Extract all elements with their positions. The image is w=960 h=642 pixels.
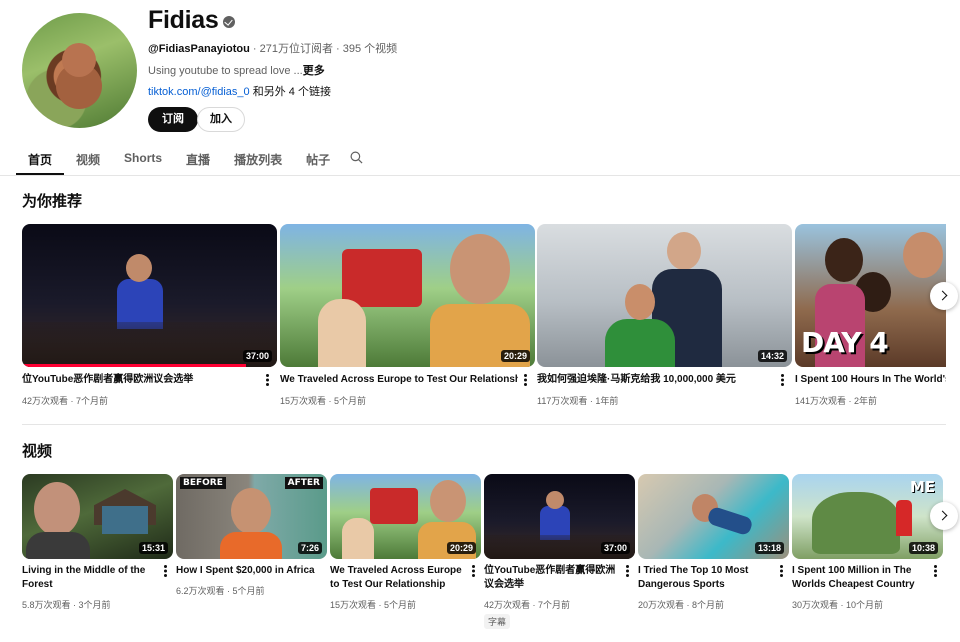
tab-posts[interactable]: 帖子 [294, 143, 342, 175]
video-title[interactable]: 位YouTube恶作剧者赢得欧洲议会选举 [22, 373, 257, 387]
video-card[interactable]: 37:00 位YouTube恶作剧者赢得欧洲议会选举 42万次观看 · 7个月前… [484, 474, 635, 634]
video-duration: 20:29 [500, 350, 530, 362]
more-link[interactable]: 更多 [303, 65, 325, 77]
video-title[interactable]: I Tried The Top 10 Most Dangerous Sports [638, 564, 770, 592]
video-stats: 30万次观看 · 10个月前 [792, 600, 884, 610]
video-card[interactable]: 14:32 我如何强迫埃隆·马斯克给我 10,000,000 美元 117万次观… [537, 224, 792, 409]
description-text: Using youtube to spread love ... [148, 65, 303, 77]
verified-badge-icon [223, 16, 235, 28]
watch-progress [22, 364, 247, 367]
video-title[interactable]: How I Spent $20,000 in Africa [176, 564, 316, 578]
tab-live[interactable]: 直播 [174, 143, 222, 175]
chevron-right-icon[interactable] [930, 282, 958, 310]
video-thumbnail[interactable]: 37:00 [484, 474, 635, 559]
subtitle-badge: 字幕 [484, 614, 511, 629]
video-duration: 13:18 [754, 542, 784, 554]
video-card[interactable]: 20:29 We Traveled Across Europe to Test … [280, 224, 535, 409]
video-stats: 15万次观看 · 5个月前 [330, 600, 417, 610]
more-vert-icon[interactable] [934, 565, 937, 577]
video-duration: 15:31 [138, 542, 168, 554]
video-stats: 141万次观看 · 2年前 [795, 396, 878, 406]
video-card[interactable]: 37:00 位YouTube恶作剧者赢得欧洲议会选举 42万次观看 · 7个月前 [22, 224, 277, 409]
video-card[interactable]: 15:31 Living in the Middle of the Forest… [22, 474, 173, 624]
video-stats: 6.2万次观看 · 5个月前 [176, 586, 265, 596]
video-thumbnail[interactable]: BEFORE AFTER 7:26 [176, 474, 327, 559]
video-title[interactable]: We Traveled Across Europe to Test Our Re… [280, 373, 518, 387]
video-thumbnail[interactable]: DAY 4 [795, 224, 946, 367]
video-title[interactable]: 位YouTube恶作剧者赢得欧洲议会选举 [484, 564, 619, 592]
video-card[interactable]: 13:18 I Tried The Top 10 Most Dangerous … [638, 474, 789, 624]
more-vert-icon[interactable] [780, 565, 783, 577]
channel-meta: @FidiasPanayiotou · 271万位订阅者 · 395 个视频 [148, 40, 397, 56]
thumbnail-after-label: AFTER [284, 477, 323, 489]
tab-home[interactable]: 首页 [16, 143, 65, 175]
video-duration: 10:38 [908, 542, 938, 554]
video-card[interactable]: ME 10:38 I Spent 100 Million in The Worl… [792, 474, 943, 624]
channel-name: Fidias [148, 6, 219, 34]
channel-avatar[interactable] [22, 13, 137, 128]
video-duration: 14:32 [757, 350, 787, 362]
more-vert-icon[interactable] [266, 374, 269, 386]
video-thumbnail[interactable]: 20:29 [280, 224, 535, 367]
channel-handle: @FidiasPanayiotou [148, 43, 250, 55]
video-card[interactable]: DAY 4 I Spent 100 Hours In The World's P… [795, 224, 946, 409]
recommended-title: 为你推荐 [22, 193, 83, 210]
video-title[interactable]: We Traveled Across Europe to Test Our Re… [330, 564, 462, 592]
video-thumbnail[interactable]: 14:32 [537, 224, 792, 367]
videos-title: 视频 [22, 443, 53, 460]
video-thumbnail[interactable]: 13:18 [638, 474, 789, 559]
more-vert-icon[interactable] [626, 565, 629, 577]
video-stats: 42万次观看 · 7个月前 [484, 600, 571, 610]
tab-playlists[interactable]: 播放列表 [222, 143, 294, 175]
thumbnail-before-label: BEFORE [180, 477, 226, 489]
more-links[interactable]: 和另外 4 个链接 [250, 86, 331, 98]
video-stats: 5.8万次观看 · 3个月前 [22, 600, 111, 610]
video-duration: 7:26 [297, 542, 322, 554]
thumbnail-text: ME [910, 478, 936, 496]
video-stats: 117万次观看 · 1年前 [537, 396, 619, 406]
channel-stats: · 271万位订阅者 · 395 个视频 [249, 43, 398, 55]
chevron-right-icon[interactable] [930, 502, 958, 530]
tiktok-link[interactable]: tiktok.com/@fidias_0 [148, 86, 250, 98]
video-card[interactable]: 20:29 We Traveled Across Europe to Test … [330, 474, 481, 624]
more-vert-icon[interactable] [781, 374, 784, 386]
more-vert-icon[interactable] [472, 565, 475, 577]
video-stats: 15万次观看 · 5个月前 [280, 396, 367, 406]
video-thumbnail[interactable]: 15:31 [22, 474, 173, 559]
video-stats: 20万次观看 · 8个月前 [638, 600, 725, 610]
video-thumbnail[interactable]: ME 10:38 [792, 474, 943, 559]
video-thumbnail[interactable]: 20:29 [330, 474, 481, 559]
video-title[interactable]: 我如何强迫埃隆·马斯克给我 10,000,000 美元 [537, 373, 775, 387]
video-title[interactable]: I Spent 100 Hours In The World's Poorest… [795, 373, 946, 387]
search-icon[interactable] [350, 151, 363, 164]
video-card[interactable]: BEFORE AFTER 7:26 How I Spent $20,000 in… [176, 474, 327, 624]
subscribe-button[interactable]: 订阅 [148, 107, 198, 132]
tab-videos[interactable]: 视频 [64, 143, 112, 175]
video-duration: 20:29 [446, 542, 476, 554]
video-duration: 37:00 [600, 542, 630, 554]
video-title[interactable]: I Spent 100 Million in The Worlds Cheape… [792, 564, 924, 592]
video-duration: 37:00 [242, 350, 272, 362]
video-title[interactable]: Living in the Middle of the Forest [22, 564, 152, 592]
join-button[interactable]: 加入 [197, 107, 245, 132]
video-stats: 42万次观看 · 7个月前 [22, 396, 109, 406]
section-divider [22, 424, 946, 425]
video-thumbnail[interactable]: 37:00 [22, 224, 277, 367]
channel-description[interactable]: Using youtube to spread love ...更多 [148, 62, 325, 78]
thumbnail-text: DAY 4 [801, 326, 889, 359]
tab-shorts[interactable]: Shorts [112, 143, 174, 175]
tabs-divider [0, 175, 960, 176]
channel-tabs: 首页 视频 Shorts 直播 播放列表 帖子 [16, 143, 342, 175]
channel-links: tiktok.com/@fidias_0 和另外 4 个链接 [148, 83, 331, 99]
more-vert-icon[interactable] [164, 565, 167, 577]
more-vert-icon[interactable] [524, 374, 527, 386]
